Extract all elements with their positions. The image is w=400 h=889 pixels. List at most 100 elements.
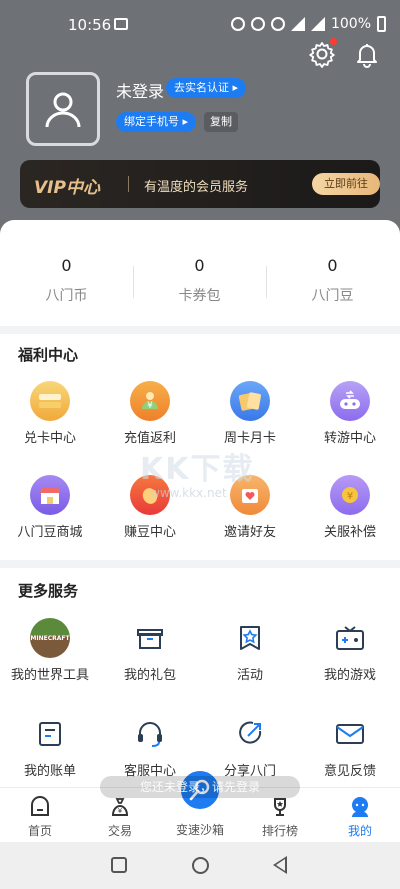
back-button[interactable] bbox=[273, 856, 287, 874]
login-toast: 您还未登录，请先登录 bbox=[100, 776, 300, 798]
welfare-item-label: 转游中心 bbox=[323, 431, 376, 446]
recents-button[interactable] bbox=[111, 857, 127, 873]
welfare-item-label: 邀请好友 bbox=[223, 525, 276, 540]
mute-icon bbox=[270, 17, 285, 31]
headset-icon bbox=[130, 714, 170, 754]
header-curve bbox=[0, 220, 400, 240]
profile-header: 10:56 100% 未登录 去实名认证 ▸ 绑定手机号 ▸ 复制 VIP中心 bbox=[0, 0, 400, 240]
tab-label: 交易 bbox=[107, 824, 132, 838]
stat-value: 0 bbox=[327, 256, 338, 275]
service-item-label: 活动 bbox=[236, 668, 263, 683]
home-icon bbox=[27, 794, 53, 820]
cards-icon bbox=[230, 381, 270, 421]
service-item-customer-service[interactable]: 客服中心 bbox=[100, 714, 200, 779]
service-item-label: 我的世界工具 bbox=[10, 668, 89, 683]
alarm-icon bbox=[230, 17, 245, 31]
signal-icon bbox=[310, 17, 325, 31]
vip-tagline: 有温度的会员服务 bbox=[144, 180, 249, 195]
wifi-icon bbox=[290, 17, 305, 31]
service-item-my-bills[interactable]: 我的账单 bbox=[0, 714, 100, 779]
home-button[interactable] bbox=[192, 857, 209, 874]
shop-icon bbox=[30, 475, 70, 515]
welfare-item-label: 八门豆商城 bbox=[17, 525, 83, 540]
service-item-my-games[interactable]: 我的游戏 bbox=[300, 618, 400, 683]
battery-icon bbox=[377, 16, 386, 32]
bind-phone-label: 绑定手机号 bbox=[124, 115, 179, 128]
stat-value: 0 bbox=[61, 256, 72, 275]
welfare-item-card-exchange[interactable]: 兑卡中心 bbox=[0, 381, 100, 446]
game-controller-icon bbox=[330, 618, 370, 658]
coin-icon: ¥ bbox=[330, 475, 370, 515]
tab-trade[interactable]: ¥ 交易 bbox=[80, 794, 160, 839]
vip-go-button[interactable]: 立即前往 bbox=[312, 173, 380, 195]
welfare-item-server-compensation[interactable]: ¥ 关服补偿 bbox=[300, 475, 400, 540]
verify-label: 去实名认证 bbox=[174, 81, 229, 94]
stat-coupon-bag[interactable]: 0 卡券包 bbox=[133, 256, 266, 305]
welfare-title: 福利中心 bbox=[18, 346, 79, 364]
welfare-item-label: 赚豆中心 bbox=[123, 525, 176, 540]
tab-mine[interactable]: 我的 bbox=[320, 794, 400, 839]
stat-bamen-bean[interactable]: 0 八门豆 bbox=[266, 256, 399, 305]
gamepad-icon bbox=[330, 381, 370, 421]
service-item-share[interactable]: 分享八门 bbox=[200, 714, 300, 779]
status-bar: 10:56 100% bbox=[0, 0, 400, 50]
mail-icon bbox=[330, 714, 370, 754]
verify-identity-button[interactable]: 去实名认证 ▸ bbox=[166, 78, 247, 98]
wallet-stats: 0 八门币 0 卡券包 0 八门豆 bbox=[0, 238, 400, 326]
tab-label: 排行榜 bbox=[261, 824, 298, 838]
bill-icon bbox=[30, 714, 70, 754]
vip-divider bbox=[128, 176, 129, 192]
vip-logo: VIP中心 bbox=[34, 178, 100, 198]
tab-ranking[interactable]: 排行榜 bbox=[240, 794, 320, 839]
svg-text:¥: ¥ bbox=[347, 491, 353, 502]
bell-icon[interactable] bbox=[353, 40, 381, 68]
service-item-activity[interactable]: 活动 bbox=[200, 618, 300, 683]
service-item-label: 我的账单 bbox=[23, 764, 76, 779]
gift-icon bbox=[130, 618, 170, 658]
vibrate-off-icon bbox=[250, 17, 265, 31]
stat-value: 0 bbox=[194, 256, 205, 275]
image-notification-icon bbox=[114, 18, 128, 30]
welfare-item-bean-shop[interactable]: 八门豆商城 bbox=[0, 475, 100, 540]
service-item-minecraft-tools[interactable]: MINECRAFT 我的世界工具 bbox=[0, 618, 100, 683]
service-item-my-gifts[interactable]: 我的礼包 bbox=[100, 618, 200, 683]
service-item-label: 我的礼包 bbox=[123, 668, 176, 683]
welfare-item-transfer-center[interactable]: 转游中心 bbox=[300, 381, 400, 446]
stat-label: 八门豆 bbox=[311, 288, 354, 304]
welfare-item-label: 兑卡中心 bbox=[23, 431, 76, 446]
more-services-card: 更多服务 MINECRAFT 我的世界工具 我的礼包 活动 我的游戏 我的账单 … bbox=[0, 568, 400, 787]
minecraft-icon: MINECRAFT bbox=[30, 618, 70, 658]
bind-phone-button[interactable]: 绑定手机号 ▸ bbox=[116, 112, 197, 132]
money-bag-icon: ¥ bbox=[130, 381, 170, 421]
tab-speed-sandbox-label: 变速沙箱 bbox=[175, 823, 224, 837]
card-stack-icon bbox=[30, 381, 70, 421]
service-item-label: 我的游戏 bbox=[323, 668, 376, 683]
tab-label: 我的 bbox=[347, 824, 372, 838]
services-title: 更多服务 bbox=[18, 582, 79, 600]
welfare-item-recharge-rebate[interactable]: ¥ 充值返利 bbox=[100, 381, 200, 446]
battery-percent: 100% bbox=[330, 16, 371, 32]
avatar[interactable] bbox=[26, 72, 100, 146]
vip-banner[interactable]: VIP中心 有温度的会员服务 立即前往 bbox=[20, 160, 380, 208]
watermark: KK下载 bbox=[140, 452, 255, 487]
username[interactable]: 未登录 bbox=[116, 78, 164, 102]
system-nav-bar bbox=[0, 842, 400, 889]
svg-text:¥: ¥ bbox=[147, 401, 153, 411]
share-icon bbox=[230, 714, 270, 754]
stat-bamen-coin[interactable]: 0 八门币 bbox=[0, 256, 133, 305]
watermark-url: www.kkx.net bbox=[150, 486, 227, 500]
stat-label: 八门币 bbox=[45, 288, 88, 304]
service-item-feedback[interactable]: 意见反馈 bbox=[300, 714, 400, 779]
service-item-label: 意见反馈 bbox=[323, 764, 376, 779]
notification-dot bbox=[330, 38, 337, 45]
copy-button[interactable]: 复制 bbox=[204, 112, 238, 132]
welfare-item-weekly-monthly-card[interactable]: 周卡月卡 bbox=[200, 381, 300, 446]
profile-icon bbox=[347, 794, 373, 820]
user-silhouette-icon bbox=[45, 92, 81, 128]
tab-home[interactable]: 首页 bbox=[0, 794, 80, 839]
status-time: 10:56 bbox=[68, 16, 112, 34]
welfare-item-label: 关服补偿 bbox=[323, 525, 376, 540]
stat-label: 卡券包 bbox=[178, 288, 221, 304]
svg-text:¥: ¥ bbox=[118, 807, 123, 815]
tab-label: 首页 bbox=[27, 824, 52, 838]
